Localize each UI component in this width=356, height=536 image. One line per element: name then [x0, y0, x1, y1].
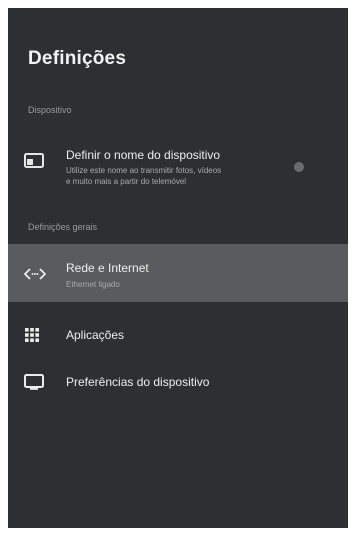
- settings-item-network[interactable]: Rede e Internet Ethernet ligado: [8, 244, 348, 302]
- settings-item-apps[interactable]: Aplicações: [8, 320, 348, 350]
- network-title: Rede e Internet: [66, 261, 149, 275]
- section-header-general: Definições gerais: [28, 222, 98, 232]
- info-dot-icon: [294, 162, 304, 172]
- settings-panel: Definições Dispositivo Definir o nome do…: [8, 8, 348, 528]
- device-name-subtitle-line1: Utilize este nome ao transmitir fotos, v…: [66, 166, 222, 175]
- network-arrows-icon: [24, 268, 46, 280]
- page-title: Definições: [28, 48, 127, 69]
- device-name-subtitle-line2: e muito mais a partir do telemóvel: [66, 177, 187, 186]
- apps-title: Aplicações: [66, 328, 125, 342]
- preferences-title: Preferências do dispositivo: [66, 375, 210, 389]
- tv-icon: [24, 374, 44, 390]
- cast-icon: [24, 153, 44, 168]
- network-subtitle: Ethernet ligado: [66, 280, 120, 289]
- device-name-title: Definir o nome do dispositivo: [66, 148, 221, 162]
- apps-grid-icon: [25, 328, 39, 342]
- section-header-device: Dispositivo: [28, 105, 72, 115]
- settings-item-preferences[interactable]: Preferências do dispositivo: [8, 368, 348, 398]
- settings-item-device-name[interactable]: Definir o nome do dispositivo Utilize es…: [8, 144, 348, 196]
